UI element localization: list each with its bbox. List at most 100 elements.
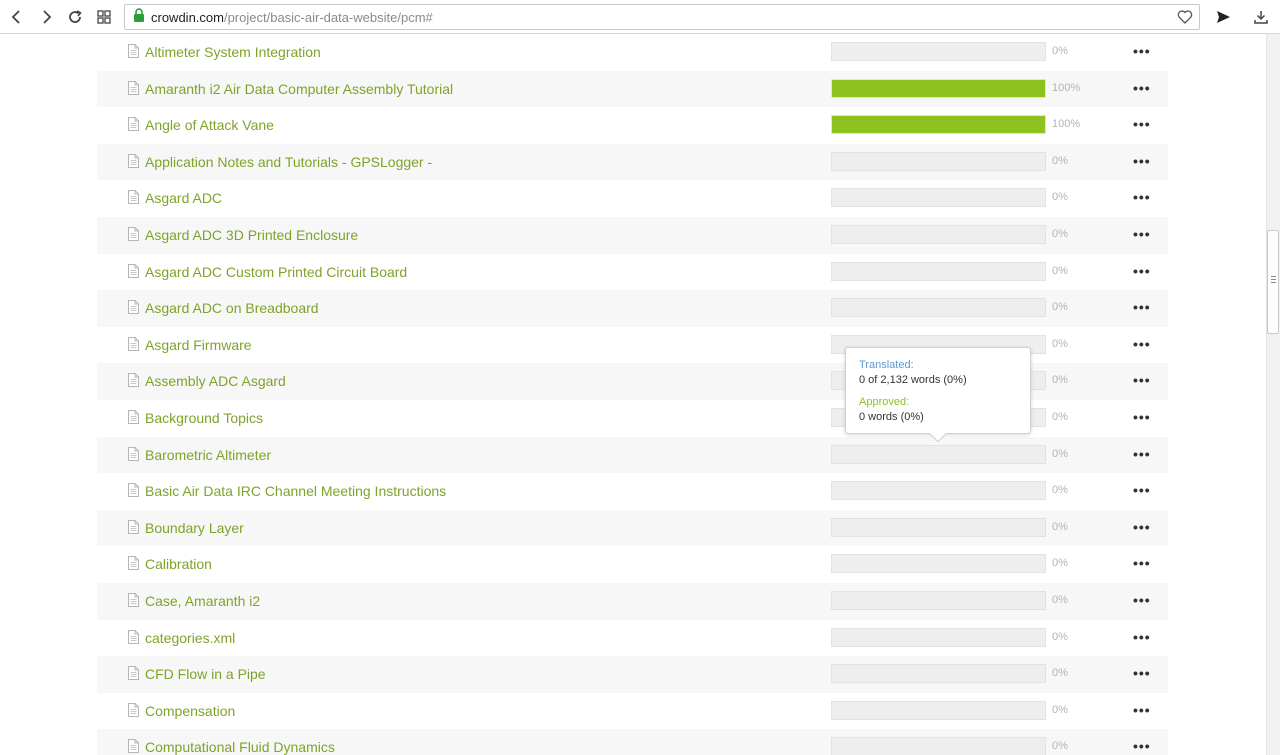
tooltip-approved-value: 0 words (0%) <box>859 411 924 423</box>
progress-bar[interactable] <box>831 590 1046 610</box>
file-row[interactable]: Case, Amaranth i2 0% ••• <box>97 582 1168 620</box>
progress-bar[interactable] <box>831 627 1046 647</box>
file-icon <box>128 226 139 246</box>
file-name-link[interactable]: Asgard ADC Custom Printed Circuit Board <box>145 264 407 280</box>
progress-bar[interactable] <box>831 115 1046 135</box>
file-name-link[interactable]: Assembly ADC Asgard <box>145 373 286 389</box>
more-options-icon[interactable]: ••• <box>1133 665 1151 681</box>
file-row[interactable]: Barometric Altimeter 0% ••• <box>97 436 1168 474</box>
file-name-link[interactable]: Asgard ADC 3D Printed Enclosure <box>145 227 358 243</box>
file-row[interactable]: Asgard ADC on Breadboard 0% ••• <box>97 290 1168 327</box>
file-name-link[interactable]: Barometric Altimeter <box>145 447 271 463</box>
file-name-link[interactable]: Asgard ADC on Breadboard <box>145 300 319 316</box>
more-options-icon[interactable]: ••• <box>1133 519 1151 535</box>
file-name-link[interactable]: Amaranth i2 Air Data Computer Assembly T… <box>145 81 453 97</box>
more-options-icon[interactable]: ••• <box>1133 80 1151 96</box>
file-row[interactable]: Asgard ADC Custom Printed Circuit Board 0… <box>97 254 1168 291</box>
more-options-icon[interactable]: ••• <box>1133 263 1151 279</box>
reload-icon[interactable] <box>63 5 87 29</box>
more-options-icon[interactable]: ••• <box>1133 446 1151 462</box>
forward-icon[interactable] <box>34 5 58 29</box>
file-row[interactable]: Angle of Attack Vane 100% ••• <box>97 107 1168 144</box>
file-icon <box>128 80 139 100</box>
lock-icon <box>133 8 145 26</box>
file-name-link[interactable]: Compensation <box>145 703 235 719</box>
more-options-icon[interactable]: ••• <box>1133 409 1151 425</box>
more-options-icon[interactable]: ••• <box>1133 592 1151 608</box>
file-name-link[interactable]: Angle of Attack Vane <box>145 117 274 133</box>
file-row[interactable]: Asgard ADC 0% ••• <box>97 180 1168 217</box>
grid-icon[interactable] <box>92 5 116 29</box>
more-options-icon[interactable]: ••• <box>1133 555 1151 571</box>
file-name-link[interactable]: Boundary Layer <box>145 520 244 536</box>
more-options-icon[interactable]: ••• <box>1133 702 1151 718</box>
file-name-link[interactable]: Basic Air Data IRC Channel Meeting Instr… <box>145 483 446 499</box>
progress-percent: 0% <box>1052 154 1068 167</box>
file-row[interactable]: Boundary Layer 0% ••• <box>97 509 1168 547</box>
more-options-icon[interactable]: ••• <box>1133 482 1151 498</box>
file-name-link[interactable]: Case, Amaranth i2 <box>145 593 260 609</box>
more-options-icon[interactable]: ••• <box>1133 629 1151 645</box>
progress-percent: 0% <box>1052 593 1068 606</box>
file-row[interactable]: Application Notes and Tutorials - GPSLog… <box>97 143 1168 181</box>
file-row[interactable]: CFD Flow in a Pipe 0% ••• <box>97 656 1168 693</box>
progress-bar[interactable] <box>831 517 1046 537</box>
more-options-icon[interactable]: ••• <box>1133 336 1151 352</box>
progress-percent: 0% <box>1052 374 1068 387</box>
file-icon <box>128 117 139 136</box>
file-row[interactable]: categories.xml 0% ••• <box>97 620 1168 657</box>
progress-bar[interactable] <box>831 42 1046 61</box>
file-name-link[interactable]: Computational Fluid Dynamics <box>145 739 335 755</box>
more-options-icon[interactable]: ••• <box>1133 226 1151 242</box>
scrollbar-thumb[interactable] <box>1267 230 1279 334</box>
file-row[interactable]: Compensation 0% ••• <box>97 693 1168 730</box>
more-options-icon[interactable]: ••• <box>1133 116 1151 132</box>
file-row[interactable]: Altimeter System Integration 0% ••• <box>97 34 1168 71</box>
more-options-icon[interactable]: ••• <box>1133 43 1151 59</box>
file-name-link[interactable]: categories.xml <box>145 630 235 646</box>
file-row[interactable]: Basic Air Data IRC Channel Meeting Instr… <box>97 473 1168 510</box>
progress-percent: 0% <box>1052 264 1068 277</box>
file-row[interactable]: Amaranth i2 Air Data Computer Assembly T… <box>97 70 1168 108</box>
back-icon[interactable] <box>5 5 29 29</box>
file-row[interactable]: Computational Fluid Dynamics 0% ••• <box>97 729 1168 755</box>
progress-bar[interactable] <box>831 664 1046 684</box>
progress-bar[interactable] <box>831 298 1046 318</box>
file-name-link[interactable]: CFD Flow in a Pipe <box>145 666 266 682</box>
progress-bar[interactable] <box>831 700 1046 720</box>
file-name-link[interactable]: Altimeter System Integration <box>145 44 321 60</box>
more-options-icon[interactable]: ••• <box>1133 153 1151 169</box>
heart-icon[interactable] <box>1177 9 1193 28</box>
file-name-link[interactable]: Background Topics <box>145 410 263 426</box>
file-name-link[interactable]: Asgard ADC <box>145 190 222 206</box>
more-options-icon[interactable]: ••• <box>1133 189 1151 205</box>
progress-tooltip: Translated: 0 of 2,132 words (0%) Approv… <box>845 347 1031 443</box>
send-icon[interactable] <box>1211 5 1235 29</box>
more-options-icon[interactable]: ••• <box>1133 372 1151 388</box>
download-icon[interactable] <box>1249 5 1273 29</box>
address-bar[interactable]: crowdin.com/project/basic-air-data-websi… <box>124 4 1200 30</box>
progress-bar[interactable] <box>831 444 1046 464</box>
scrollbar-track[interactable] <box>1266 34 1280 755</box>
file-icon <box>128 739 139 755</box>
file-row[interactable]: Calibration 0% ••• <box>97 546 1168 583</box>
file-name-link[interactable]: Asgard Firmware <box>145 337 252 353</box>
file-name-link[interactable]: Calibration <box>145 556 212 572</box>
more-options-icon[interactable]: ••• <box>1133 299 1151 315</box>
progress-bar[interactable] <box>831 188 1046 208</box>
progress-bar[interactable] <box>831 737 1046 755</box>
progress-bar[interactable] <box>831 78 1046 98</box>
progress-bar[interactable] <box>831 224 1046 244</box>
progress-fill <box>832 79 1045 97</box>
progress-bar[interactable] <box>831 151 1046 171</box>
file-name-link[interactable]: Application Notes and Tutorials - GPSLog… <box>145 154 432 170</box>
progress-bar[interactable] <box>831 554 1046 574</box>
file-icon <box>128 336 139 356</box>
progress-bar[interactable] <box>831 261 1046 281</box>
file-icon <box>128 629 139 649</box>
file-row[interactable]: Asgard ADC 3D Printed Enclosure 0% ••• <box>97 216 1168 254</box>
progress-bar[interactable] <box>831 481 1046 501</box>
progress-percent: 0% <box>1052 45 1068 57</box>
more-options-icon[interactable]: ••• <box>1133 738 1151 754</box>
progress-percent: 0% <box>1052 410 1068 423</box>
